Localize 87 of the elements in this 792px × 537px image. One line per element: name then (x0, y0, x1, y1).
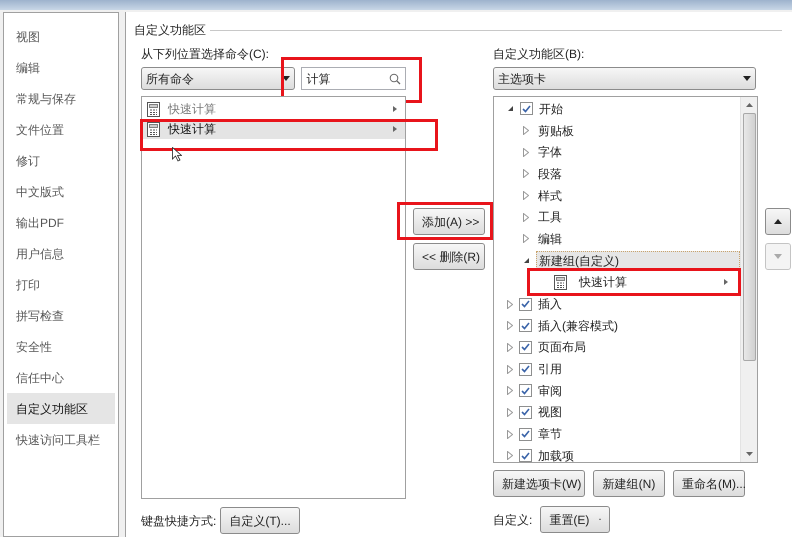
checkbox[interactable] (519, 319, 532, 332)
up-arrow-icon (774, 219, 782, 224)
checkbox[interactable] (519, 428, 532, 441)
tree-item[interactable]: 开始 (539, 100, 563, 118)
expand-triangle-icon[interactable] (523, 169, 529, 178)
sidebar-item[interactable]: 快速访问工具栏 (7, 424, 115, 455)
tree-item[interactable]: 页面布局 (538, 338, 586, 356)
expand-triangle-icon[interactable] (507, 300, 513, 309)
field-label: 从下列位置选择命令(C): (141, 46, 270, 63)
expand-triangle-icon[interactable] (523, 148, 529, 157)
tree-item[interactable]: 剪贴板 (535, 120, 577, 141)
submenu-arrow-icon (393, 126, 397, 132)
tree-item[interactable]: 工具 (535, 207, 565, 228)
sidebar-item[interactable]: 输出PDF (7, 207, 115, 238)
expand-triangle-icon[interactable] (507, 408, 513, 417)
command-source-dropdown[interactable]: 所有命令 (141, 67, 296, 90)
expand-triangle-icon[interactable] (523, 234, 529, 244)
tree-item[interactable]: 审阅 (538, 382, 562, 400)
tree-item[interactable]: 段落 (535, 164, 565, 184)
calculator-icon (147, 122, 160, 136)
ribbon-scope-dropdown[interactable]: 主选项卡 (493, 67, 756, 90)
tree-item[interactable]: 章节 (538, 425, 562, 444)
down-arrow-icon (774, 254, 782, 259)
tree-item[interactable]: 新建组(自定义) (536, 250, 740, 271)
tree-item[interactable]: 引用 (538, 360, 562, 378)
tree-item[interactable]: 插入 (538, 295, 562, 314)
sidebar-item[interactable]: 打印 (7, 269, 115, 300)
tree-item[interactable]: 编辑 (535, 228, 565, 249)
expand-triangle-icon[interactable] (507, 364, 513, 374)
search-icon (389, 72, 401, 84)
sidebar-item[interactable]: 用户信息 (7, 238, 115, 269)
checkbox[interactable] (519, 449, 532, 462)
checkbox[interactable] (519, 406, 532, 419)
tree-item[interactable]: 视图 (538, 403, 562, 422)
collapse-triangle-icon[interactable] (523, 257, 530, 264)
customize-shortcut-button[interactable]: 自定义(T)... (220, 507, 300, 534)
search-field[interactable]: 计算 (301, 67, 406, 90)
checkbox[interactable] (519, 340, 532, 354)
add-button[interactable]: 添加(A) >> (413, 208, 485, 235)
expand-triangle-icon[interactable] (507, 321, 513, 330)
sidebar-item[interactable]: 信任中心 (7, 362, 115, 393)
tree-item[interactable]: 插入(兼容模式) (538, 316, 618, 335)
new-tab-button[interactable]: 新建选项卡(W) (493, 470, 585, 497)
sidebar-item[interactable]: 编辑 (7, 52, 115, 83)
submenu-arrow-icon (393, 106, 397, 112)
tree-item[interactable]: 字体 (535, 142, 565, 162)
checkbox[interactable] (519, 298, 532, 311)
calculator-icon (554, 274, 567, 290)
sidebar-item[interactable]: 修订 (7, 145, 115, 176)
rename-button[interactable]: 重命名(M)... (673, 470, 745, 497)
expand-triangle-icon[interactable] (523, 212, 529, 222)
sidebar-item[interactable]: 自定义功能区 (7, 393, 115, 424)
expand-triangle-icon[interactable] (523, 191, 529, 200)
field-label: 自定义功能区(B): (493, 46, 586, 63)
expand-triangle-icon[interactable] (507, 342, 513, 352)
checkbox[interactable] (520, 102, 533, 116)
scroll-down-arrow-icon[interactable] (746, 452, 752, 456)
checkbox[interactable] (519, 384, 532, 398)
sidebar-item[interactable]: 安全性 (7, 331, 115, 362)
remove-button[interactable]: << 删除(R) (413, 243, 485, 270)
sidebar-item[interactable]: 中文版式 (7, 176, 115, 207)
expand-triangle-icon[interactable] (507, 430, 513, 439)
sidebar-item[interactable]: 常规与保存 (7, 83, 115, 114)
scroll-up-arrow-icon[interactable] (746, 103, 752, 107)
mouse-cursor-icon (172, 147, 182, 162)
sidebar-item[interactable]: 拼写检查 (7, 300, 115, 331)
move-up-button[interactable] (765, 208, 791, 235)
calculator-icon (147, 102, 160, 116)
dropdown-arrow-icon (282, 76, 290, 81)
reset-dropdown-button[interactable]: 重置(E) (540, 506, 610, 533)
submenu-arrow-icon (724, 279, 728, 286)
expand-triangle-icon[interactable] (507, 386, 513, 396)
collapse-triangle-icon[interactable] (507, 105, 514, 112)
tree-item[interactable]: 加载项 (538, 446, 574, 462)
field-label: 键盘快捷方式: (141, 512, 216, 530)
section-title: 自定义功能区 (134, 22, 206, 39)
field-label: 自定义: (493, 512, 532, 528)
sidebar-item[interactable]: 视图 (7, 21, 115, 52)
dropdown-arrow-icon (743, 76, 751, 81)
checkbox[interactable] (519, 362, 532, 376)
command-item[interactable]: 快速计算 (142, 99, 405, 119)
sidebar-item[interactable]: 文件位置 (7, 114, 115, 145)
tree-item[interactable]: 样式 (535, 186, 565, 206)
scrollbar[interactable] (740, 97, 757, 462)
expand-triangle-icon[interactable] (507, 451, 513, 460)
new-group-button[interactable]: 新建组(N) (593, 470, 665, 497)
expand-triangle-icon[interactable] (523, 126, 529, 136)
